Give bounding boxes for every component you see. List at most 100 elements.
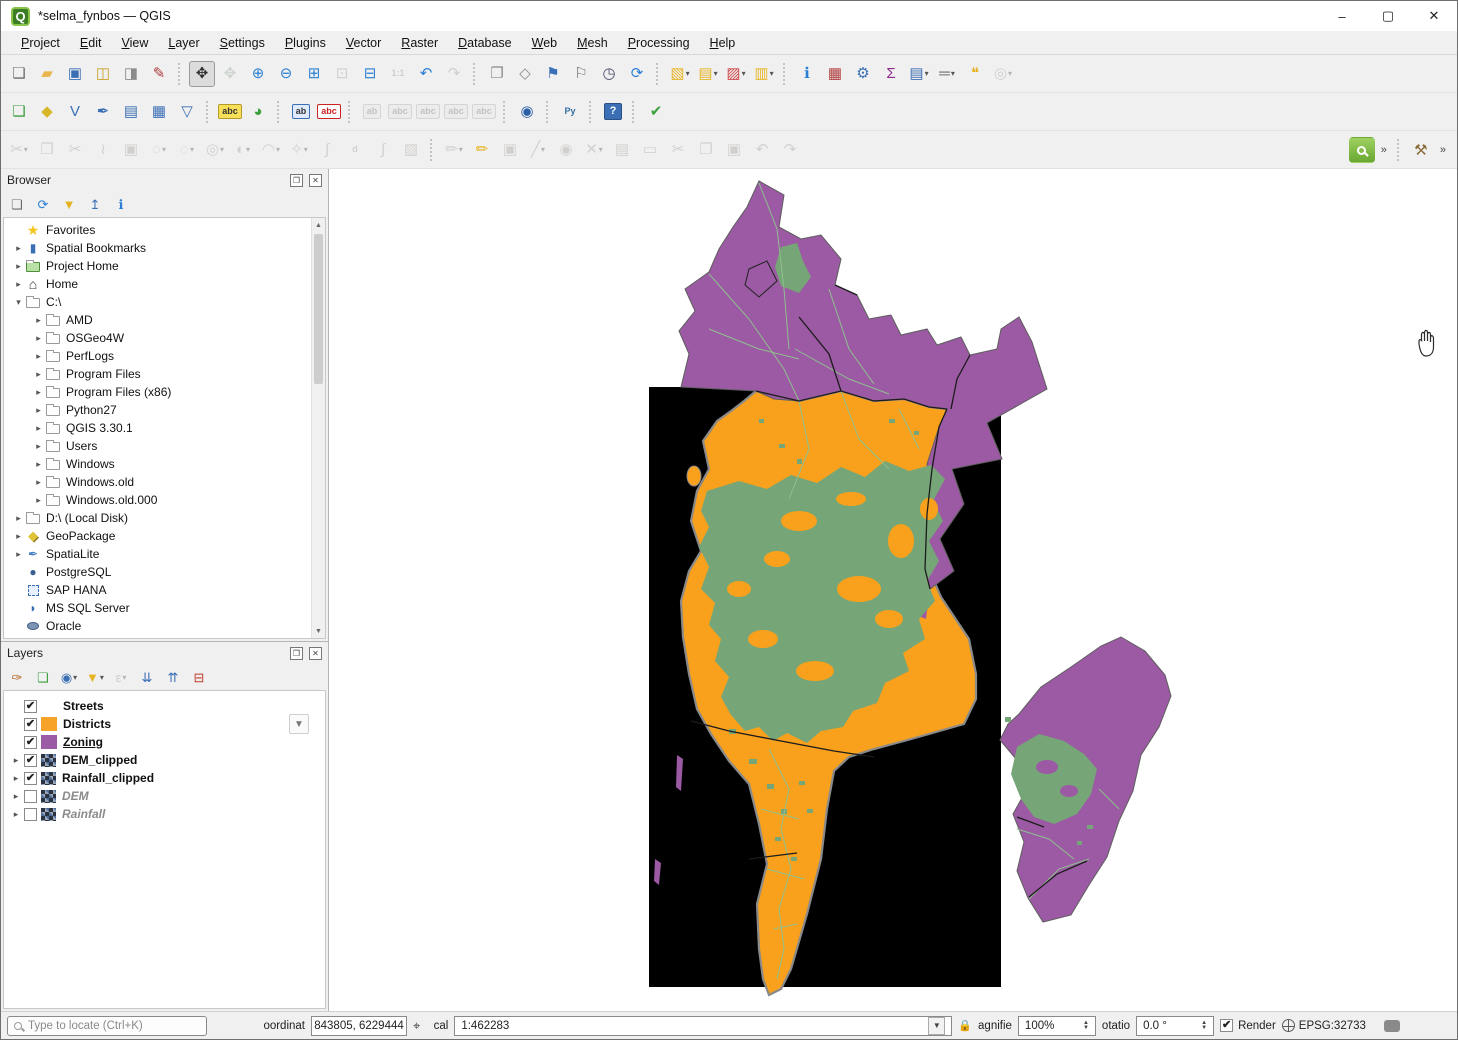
map-tips-icon[interactable]: ❝ xyxy=(962,61,988,87)
dropdown-arrow[interactable]: ▾ xyxy=(599,145,603,154)
render-toggle[interactable]: ✔ Render xyxy=(1220,1019,1276,1032)
close-button[interactable]: ✕ xyxy=(1411,1,1457,31)
layer-checkbox[interactable]: ✔ xyxy=(24,754,37,767)
dropdown-arrow[interactable]: ▾ xyxy=(686,69,690,78)
tree-item-oracle[interactable]: Oracle xyxy=(4,617,311,635)
spin-arrows[interactable]: ▲▼ xyxy=(1201,1021,1207,1031)
expander-icon[interactable]: ▸ xyxy=(10,755,22,766)
new-print-layout-icon[interactable]: ◫ xyxy=(90,61,116,87)
menu-raster[interactable]: Raster xyxy=(391,34,448,52)
layer-row-rainfall[interactable]: ▸ Rainfall xyxy=(4,805,325,823)
menu-settings[interactable]: Settings xyxy=(210,34,275,52)
new-map-view-icon[interactable]: ❐ xyxy=(484,61,510,87)
minimize-button[interactable]: – xyxy=(1319,1,1365,31)
new-3d-map-view-icon[interactable]: ◇ xyxy=(512,61,538,87)
cut-features-icon[interactable]: ✂ xyxy=(665,137,691,163)
tree-item-d-drive[interactable]: ▸D:\ (Local Disk) xyxy=(4,509,311,527)
map-canvas[interactable] xyxy=(329,169,1457,1011)
refresh-map-icon[interactable]: ⟳ xyxy=(624,61,650,87)
split-parts-icon[interactable]: ≀ xyxy=(90,137,116,163)
menu-processing[interactable]: Processing xyxy=(618,34,700,52)
menu-database[interactable]: Database xyxy=(448,34,522,52)
browser-float-button[interactable]: ❐ xyxy=(290,174,303,187)
zoom-in-icon[interactable]: ⊕ xyxy=(245,61,271,87)
tree-item-favorites[interactable]: Favorites xyxy=(4,221,311,239)
attribute-table-icon[interactable]: ▤▾ xyxy=(906,61,932,87)
zoom-last-icon[interactable]: ↶ xyxy=(413,61,439,87)
collapse-all-icon[interactable]: ↥ xyxy=(84,193,106,215)
identify-features-icon[interactable]: ℹ xyxy=(794,61,820,87)
open-project-icon[interactable]: ▰ xyxy=(34,61,60,87)
rotate-point-symbols-icon[interactable]: ▨ xyxy=(398,137,424,163)
deselect-features-icon[interactable]: ▨▾ xyxy=(723,61,749,87)
paste-features-icon[interactable]: ▣ xyxy=(721,137,747,163)
dropdown-arrow[interactable]: ▾ xyxy=(541,145,545,154)
dropdown-arrow[interactable]: ▾ xyxy=(1008,69,1012,78)
new-geopackage-layer-icon[interactable]: ◆ xyxy=(34,99,60,125)
simplify-feature-icon[interactable]: ◌▾ xyxy=(174,137,200,163)
change-label-icon[interactable]: abc xyxy=(443,99,469,125)
tree-item-spatial-bookmarks[interactable]: ▸Spatial Bookmarks xyxy=(4,239,311,257)
statistical-summary-icon[interactable]: ▦ xyxy=(822,61,848,87)
tree-item-project-home[interactable]: ▸Project Home xyxy=(4,257,311,275)
fill-ring-icon[interactable]: ◐▾ xyxy=(230,137,256,163)
coordinate-input[interactable]: 843805, 6229444 xyxy=(311,1016,407,1036)
merge-features-icon[interactable]: ▣ xyxy=(118,137,144,163)
vector-tools-plugin-button[interactable]: ⚒ xyxy=(1408,137,1434,163)
temporal-controller-icon[interactable]: ◷ xyxy=(596,61,622,87)
new-shapefile-layer-icon[interactable]: V xyxy=(62,99,88,125)
new-mesh-layer-icon[interactable]: ▽ xyxy=(174,99,200,125)
show-statistics-icon[interactable]: Σ xyxy=(878,61,904,87)
maximize-button[interactable]: ▢ xyxy=(1365,1,1411,31)
undo-icon[interactable]: ↶ xyxy=(749,137,775,163)
open-layer-styling-icon[interactable]: ✑ xyxy=(6,666,28,688)
copy-move-features-icon[interactable]: ❐ xyxy=(34,137,60,163)
tree-item-windows-old-000[interactable]: ▸Windows.old.000 xyxy=(4,491,311,509)
dropdown-arrow[interactable]: ▾ xyxy=(190,145,194,154)
show-hide-labels-icon[interactable]: ab xyxy=(359,99,385,125)
select-by-location-icon[interactable]: ▥▾ xyxy=(751,61,777,87)
dropdown-arrow[interactable]: ▾ xyxy=(925,69,929,78)
dropdown-arrow[interactable]: ▾ xyxy=(73,673,77,682)
tree-item-spatialite[interactable]: ▸SpatiaLite xyxy=(4,545,311,563)
locator-search-input[interactable]: Type to locate (Ctrl+K) xyxy=(7,1016,207,1036)
edit-label-icon[interactable]: abc xyxy=(471,99,497,125)
layer-labeling-icon[interactable]: abc xyxy=(217,99,243,125)
render-checkbox[interactable]: ✔ xyxy=(1220,1019,1233,1032)
new-spatialite-layer-icon[interactable]: ✒ xyxy=(90,99,116,125)
layer-row-districts[interactable]: ✔ Districts ▼ xyxy=(4,715,325,733)
move-label-icon[interactable]: abc xyxy=(387,99,413,125)
pin-labels-icon[interactable]: ab xyxy=(288,99,314,125)
zoom-to-selection-icon[interactable]: ⊡ xyxy=(329,61,355,87)
menu-plugins[interactable]: Plugins xyxy=(275,34,336,52)
expander-icon[interactable]: ▸ xyxy=(32,369,45,380)
tree-item-qgis-3301[interactable]: ▸QGIS 3.30.1 xyxy=(4,419,311,437)
layer-row-streets[interactable]: ✔ Streets xyxy=(4,697,325,715)
delete-ring-icon[interactable]: ∫ xyxy=(370,137,396,163)
tree-item-users[interactable]: ▸Users xyxy=(4,437,311,455)
delete-selected-icon[interactable]: ▭ xyxy=(637,137,663,163)
layout-manager-icon[interactable]: ◨ xyxy=(118,61,144,87)
check-geometries-icon[interactable]: ✔ xyxy=(643,99,669,125)
expander-icon[interactable]: ▸ xyxy=(12,549,25,560)
expander-icon[interactable]: ▸ xyxy=(32,315,45,326)
trim-extend-icon[interactable]: ∫ xyxy=(314,137,340,163)
reshape-features-icon[interactable]: ◌▾ xyxy=(146,137,172,163)
dropdown-arrow[interactable]: ▾ xyxy=(100,673,104,682)
scroll-up-arrow[interactable]: ▲ xyxy=(312,218,325,232)
tree-item-python27[interactable]: ▸Python27 xyxy=(4,401,311,419)
data-source-manager-icon[interactable]: ❏ xyxy=(6,99,32,125)
toolbar-overflow-chevron[interactable]: » xyxy=(1381,144,1387,156)
collapse-all-layers-icon[interactable]: ⇈ xyxy=(162,666,184,688)
dropdown-arrow[interactable]: ▾ xyxy=(742,69,746,78)
tree-item-program-files[interactable]: ▸Program Files xyxy=(4,365,311,383)
expander-icon[interactable]: ▸ xyxy=(12,531,25,542)
delete-part-icon[interactable]: d xyxy=(342,137,368,163)
add-record-icon[interactable]: ◉ xyxy=(553,137,579,163)
layer-row-dem[interactable]: ▸ DEM xyxy=(4,787,325,805)
select-features-icon[interactable]: ▧▾ xyxy=(667,61,693,87)
layer-row-rainfall-clipped[interactable]: ▸ ✔ Rainfall_clipped xyxy=(4,769,325,787)
highlight-labels-icon[interactable]: abc xyxy=(316,99,342,125)
lock-scale-icon[interactable]: 🔒 xyxy=(958,1019,972,1032)
layer-checkbox[interactable]: ✔ xyxy=(24,718,37,731)
